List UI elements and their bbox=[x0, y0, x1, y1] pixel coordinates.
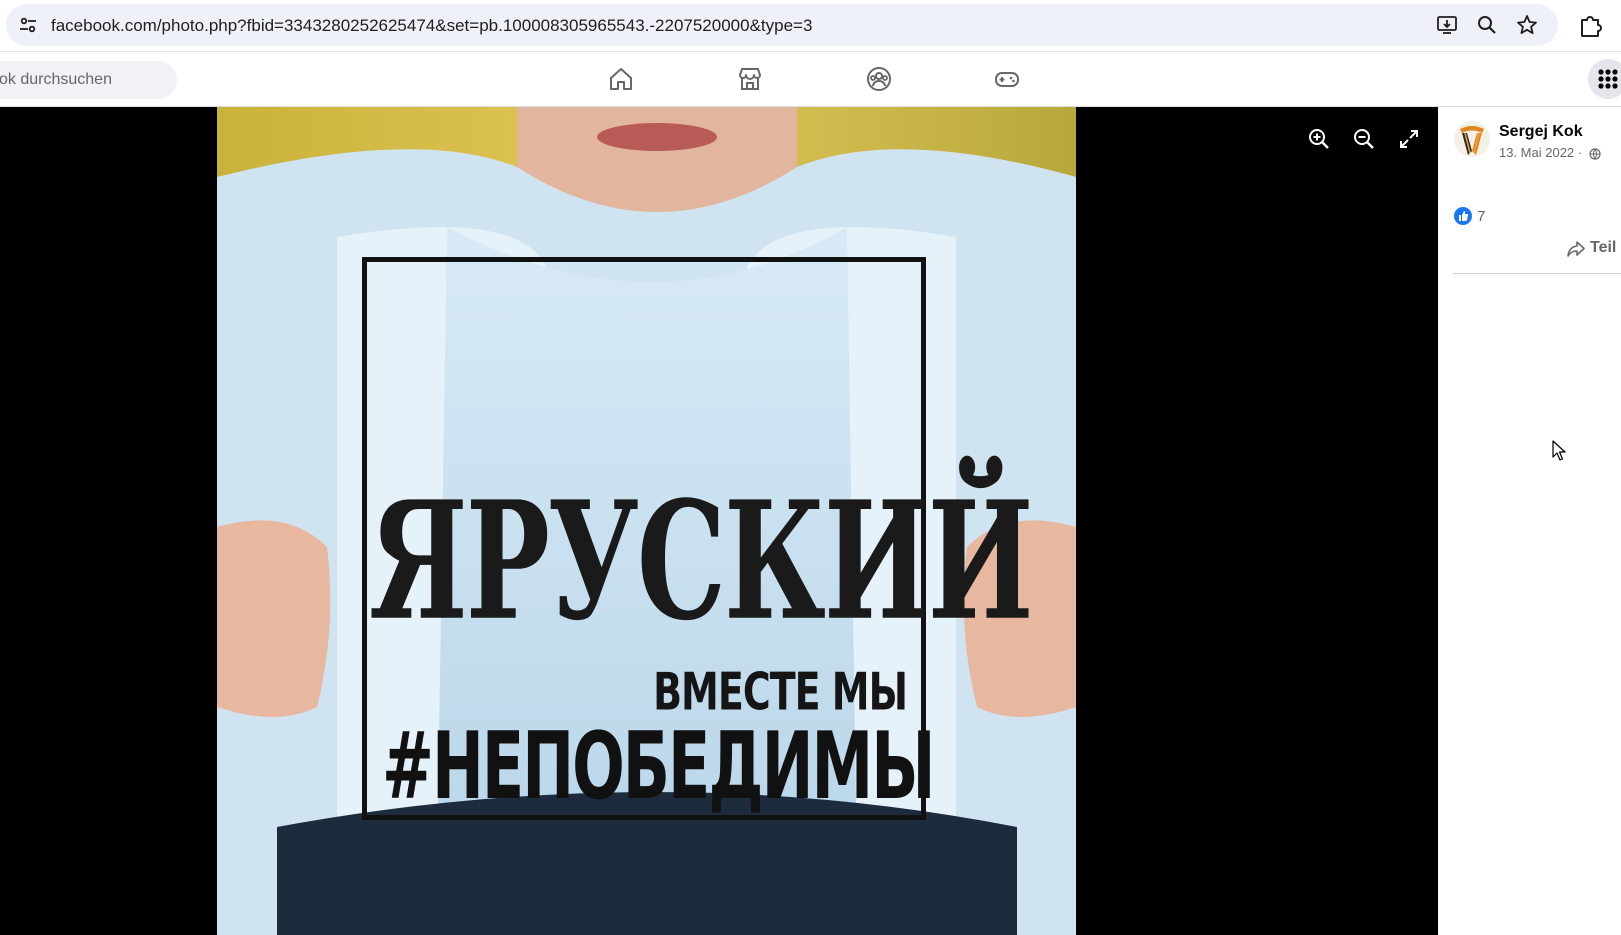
facebook-navbar bbox=[0, 52, 1621, 107]
author-name[interactable]: Sergej Kok bbox=[1499, 123, 1583, 141]
search-box[interactable] bbox=[0, 61, 177, 99]
post-details-panel: Sergej Kok 13. Mai 2022 · 7 Teil bbox=[1438, 107, 1621, 935]
photo-viewer: ЯРУСКИЙ ВМЕСТЕ МЫ #НЕПОБЕДИМЫ bbox=[0, 107, 1438, 935]
apps-menu-button[interactable] bbox=[1588, 59, 1621, 99]
zoom-out-icon bbox=[1354, 129, 1374, 149]
avatar[interactable] bbox=[1454, 121, 1490, 157]
post-photo[interactable]: ЯРУСКИЙ ВМЕСТЕ МЫ #НЕПОБЕДИМЫ bbox=[217, 107, 1076, 935]
shirt-text-line1: ЯРУСКИЙ bbox=[369, 467, 1034, 657]
zoom-in-icon bbox=[1309, 129, 1329, 149]
install-icon[interactable] bbox=[1436, 14, 1458, 36]
address-bar[interactable]: facebook.com/photo.php?fbid=334328025262… bbox=[6, 4, 1558, 46]
zoom-out-button[interactable] bbox=[1346, 121, 1382, 157]
post-date[interactable]: 13. Mai 2022 · bbox=[1499, 145, 1582, 160]
fullscreen-icon bbox=[1400, 130, 1418, 148]
browser-toolbar: facebook.com/photo.php?fbid=334328025262… bbox=[0, 0, 1621, 52]
globe-icon bbox=[1589, 148, 1601, 160]
apps-grid-icon bbox=[1598, 69, 1618, 89]
search-input[interactable] bbox=[0, 61, 177, 99]
tune-icon[interactable] bbox=[18, 15, 38, 35]
marketplace-icon[interactable] bbox=[736, 65, 764, 93]
zoom-in-button[interactable] bbox=[1301, 121, 1337, 157]
zoom-icon[interactable] bbox=[1476, 14, 1498, 36]
extensions-icon[interactable] bbox=[1578, 12, 1604, 38]
like-icon bbox=[1454, 207, 1472, 225]
gaming-icon[interactable] bbox=[993, 65, 1021, 93]
mouse-cursor-icon bbox=[1552, 440, 1566, 461]
reaction-count[interactable]: 7 bbox=[1477, 208, 1485, 225]
shirt-text-line3: #НЕПОБЕДИМЫ bbox=[382, 711, 935, 821]
groups-icon[interactable] bbox=[865, 65, 893, 93]
share-label: Teil bbox=[1590, 239, 1617, 256]
divider bbox=[1453, 273, 1621, 274]
ribbon-avatar-image bbox=[1460, 126, 1484, 155]
star-icon[interactable] bbox=[1516, 14, 1538, 36]
fullscreen-button[interactable] bbox=[1391, 121, 1427, 157]
share-icon bbox=[1567, 241, 1585, 257]
url-text[interactable]: facebook.com/photo.php?fbid=334328025262… bbox=[51, 16, 812, 36]
home-icon[interactable] bbox=[607, 65, 635, 93]
